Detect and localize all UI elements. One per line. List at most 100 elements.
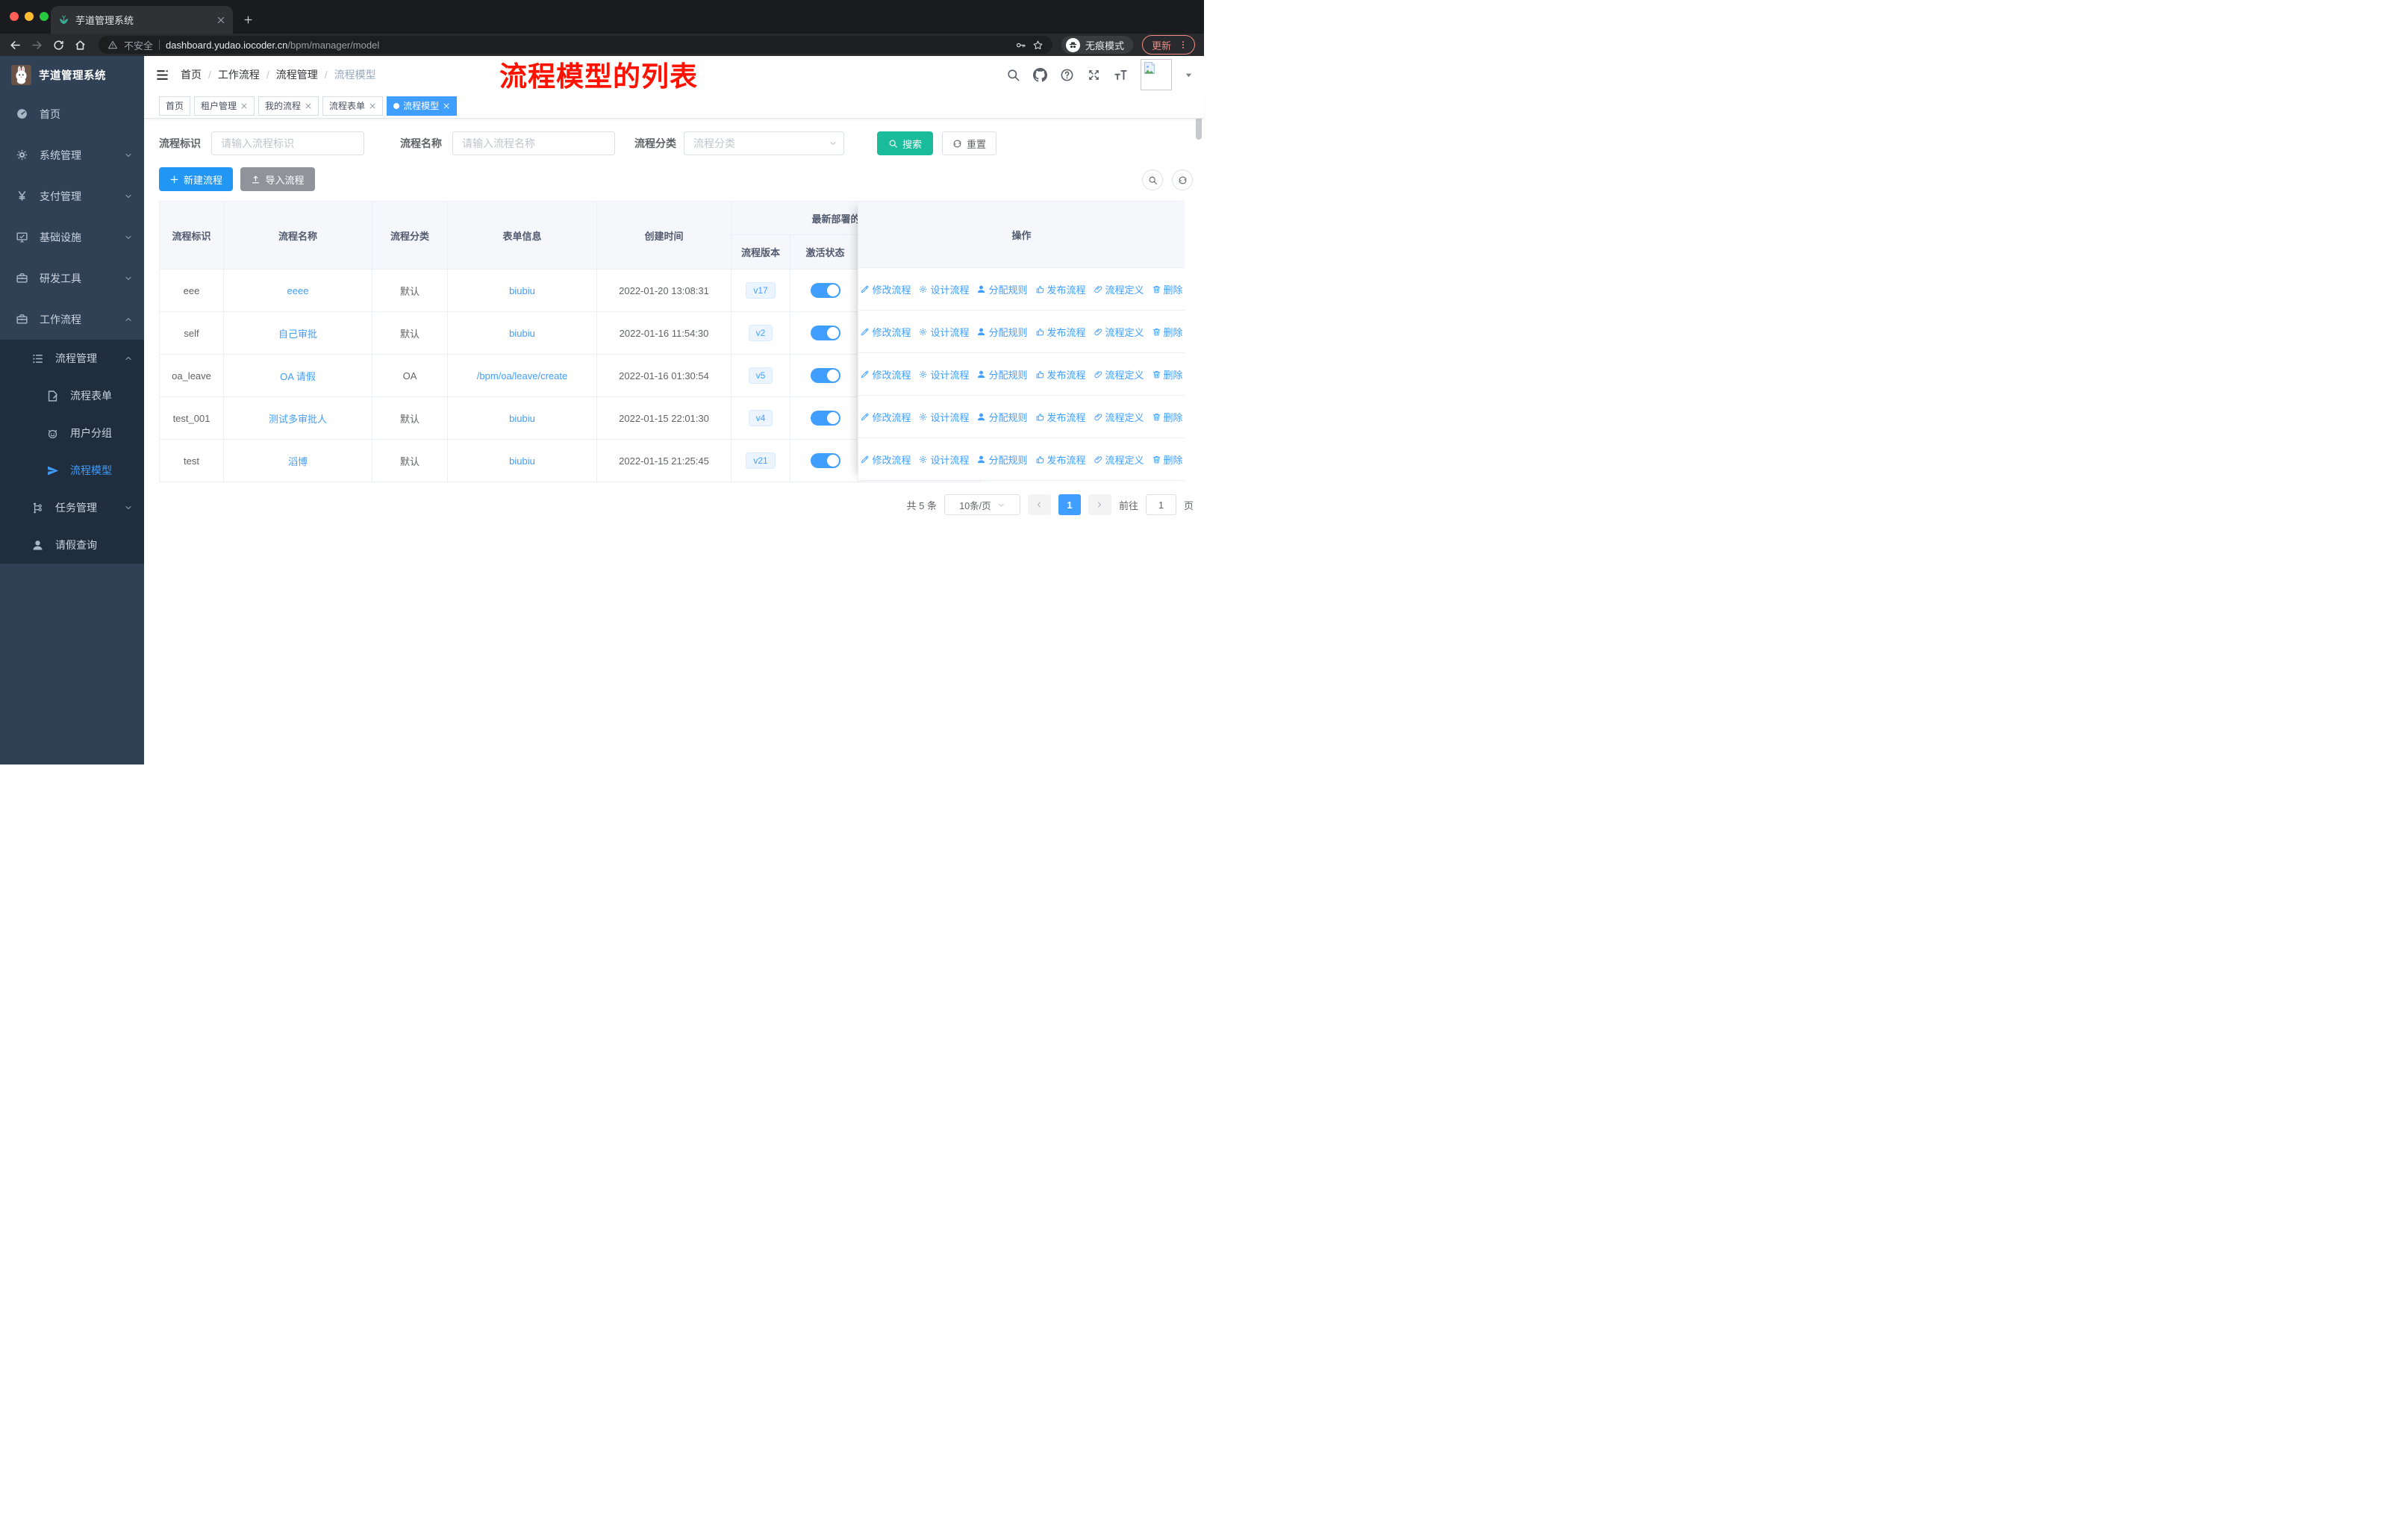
- tag-process-model-active[interactable]: 流程模型: [387, 96, 458, 116]
- browser-tab[interactable]: 芋道管理系统: [51, 6, 233, 34]
- tab-close-icon[interactable]: [216, 16, 225, 25]
- delete-link[interactable]: 删除: [1152, 410, 1183, 424]
- refresh-table-button[interactable]: [1172, 169, 1193, 190]
- reset-button[interactable]: 重置: [942, 131, 996, 155]
- create-process-button[interactable]: 新建流程: [159, 167, 233, 191]
- new-tab-icon[interactable]: [243, 15, 253, 25]
- window-minimize-button[interactable]: [25, 12, 34, 21]
- search-button[interactable]: 搜索: [877, 131, 933, 155]
- tag-my-process[interactable]: 我的流程: [258, 96, 319, 116]
- modify-process-link[interactable]: 修改流程: [860, 282, 911, 296]
- process-name-link[interactable]: 测试多审批人: [269, 414, 327, 425]
- modify-process-link[interactable]: 修改流程: [860, 410, 911, 424]
- status-toggle-on[interactable]: [810, 283, 840, 298]
- breadcrumb-workflow[interactable]: 工作流程: [218, 67, 260, 82]
- app-logo[interactable]: 芋道管理系统: [0, 56, 144, 93]
- help-icon[interactable]: [1060, 68, 1074, 82]
- modify-process-link[interactable]: 修改流程: [860, 452, 911, 467]
- assign-rule-link[interactable]: 分配规则: [976, 452, 1028, 467]
- form-info-link[interactable]: /bpm/oa/leave/create: [477, 370, 567, 382]
- toggle-search-button[interactable]: [1142, 169, 1163, 190]
- modify-process-link[interactable]: 修改流程: [860, 367, 911, 382]
- process-name-link[interactable]: 自己审批: [278, 328, 317, 340]
- sidebar-item-process-model[interactable]: 流程模型: [0, 452, 144, 489]
- publish-process-link[interactable]: 发布流程: [1035, 325, 1086, 339]
- reload-icon[interactable]: [52, 39, 65, 52]
- close-icon[interactable]: [443, 102, 450, 110]
- sidebar-item-workflow[interactable]: 工作流程: [0, 299, 144, 340]
- tag-process-form[interactable]: 流程表单: [322, 96, 384, 116]
- design-process-link[interactable]: 设计流程: [918, 367, 969, 382]
- status-toggle-on[interactable]: [810, 453, 840, 468]
- breadcrumb-process-management[interactable]: 流程管理: [276, 67, 318, 82]
- browser-menu-dots-icon[interactable]: [1178, 40, 1188, 50]
- status-toggle-on[interactable]: [810, 326, 840, 340]
- sidebar-item-infrastructure[interactable]: 基础设施: [0, 217, 144, 258]
- category-select-input[interactable]: [684, 131, 844, 155]
- status-toggle-on[interactable]: [810, 368, 840, 383]
- process-definition-link[interactable]: 流程定义: [1094, 325, 1144, 339]
- process-name-link[interactable]: eeee: [287, 285, 309, 296]
- design-process-link[interactable]: 设计流程: [918, 410, 969, 424]
- publish-process-link[interactable]: 发布流程: [1035, 452, 1086, 467]
- delete-link[interactable]: 删除: [1152, 367, 1183, 382]
- breadcrumb-home[interactable]: 首页: [181, 67, 202, 82]
- version-badge[interactable]: v4: [748, 410, 773, 426]
- sidebar-item-payment[interactable]: 支付管理: [0, 175, 144, 217]
- assign-rule-link[interactable]: 分配规则: [976, 282, 1028, 296]
- assign-rule-link[interactable]: 分配规则: [976, 325, 1028, 339]
- publish-process-link[interactable]: 发布流程: [1035, 282, 1086, 296]
- form-info-link[interactable]: biubiu: [509, 413, 535, 424]
- form-info-link[interactable]: biubiu: [509, 328, 535, 339]
- process-name-link[interactable]: 滔博: [288, 456, 308, 467]
- delete-link[interactable]: 删除: [1152, 325, 1183, 339]
- current-page-button[interactable]: 1: [1058, 494, 1081, 515]
- close-icon[interactable]: [369, 102, 376, 110]
- form-info-link[interactable]: biubiu: [509, 285, 535, 296]
- page-size-select[interactable]: 10条/页: [943, 494, 1020, 515]
- prev-page-button[interactable]: [1027, 494, 1051, 515]
- tag-tenant-management[interactable]: 租户管理: [194, 96, 255, 116]
- forward-icon[interactable]: [31, 39, 43, 52]
- fullscreen-icon[interactable]: [1087, 68, 1101, 82]
- sidebar-item-user-group[interactable]: 用户分组: [0, 414, 144, 452]
- sidebar-item-task-management[interactable]: 任务管理: [0, 489, 144, 526]
- window-close-button[interactable]: [10, 12, 19, 21]
- address-bar[interactable]: 不安全 dashboard.yudao.iocoder.cn/bpm/manag…: [99, 36, 1052, 54]
- home-icon[interactable]: [74, 39, 87, 52]
- version-badge[interactable]: v2: [748, 325, 773, 341]
- password-key-icon[interactable]: [1015, 40, 1026, 51]
- version-badge[interactable]: v5: [748, 367, 773, 384]
- goto-page-input[interactable]: [1145, 494, 1176, 515]
- next-page-button[interactable]: [1088, 494, 1111, 515]
- publish-process-link[interactable]: 发布流程: [1035, 367, 1086, 382]
- font-size-icon[interactable]: [1114, 68, 1128, 82]
- sidebar-item-home[interactable]: 首页: [0, 93, 144, 134]
- delete-link[interactable]: 删除: [1152, 282, 1183, 296]
- avatar-caret-down-icon[interactable]: [1185, 71, 1193, 79]
- modify-process-link[interactable]: 修改流程: [860, 325, 911, 339]
- category-select[interactable]: [684, 131, 844, 155]
- process-name-input[interactable]: [452, 131, 615, 155]
- sidebar-item-process-management[interactable]: 流程管理: [0, 340, 144, 377]
- bookmark-star-icon[interactable]: [1032, 40, 1044, 51]
- process-definition-link[interactable]: 流程定义: [1094, 452, 1144, 467]
- sidebar-item-system[interactable]: 系统管理: [0, 134, 144, 175]
- process-key-input[interactable]: [211, 131, 364, 155]
- version-badge[interactable]: v17: [746, 282, 776, 299]
- assign-rule-link[interactable]: 分配规则: [976, 367, 1028, 382]
- sidebar-item-devtools[interactable]: 研发工具: [0, 258, 144, 299]
- close-icon[interactable]: [240, 102, 248, 110]
- tag-home[interactable]: 首页: [159, 96, 191, 116]
- delete-link[interactable]: 删除: [1152, 452, 1183, 467]
- back-icon[interactable]: [9, 39, 22, 52]
- process-name-link[interactable]: OA 请假: [280, 371, 316, 382]
- update-button[interactable]: 更新: [1141, 35, 1195, 55]
- process-definition-link[interactable]: 流程定义: [1094, 282, 1144, 296]
- publish-process-link[interactable]: 发布流程: [1035, 410, 1086, 424]
- assign-rule-link[interactable]: 分配规则: [976, 410, 1028, 424]
- form-info-link[interactable]: biubiu: [509, 455, 535, 467]
- version-badge[interactable]: v21: [746, 452, 776, 469]
- sidebar-collapse-icon[interactable]: [155, 68, 169, 82]
- status-toggle-on[interactable]: [810, 411, 840, 426]
